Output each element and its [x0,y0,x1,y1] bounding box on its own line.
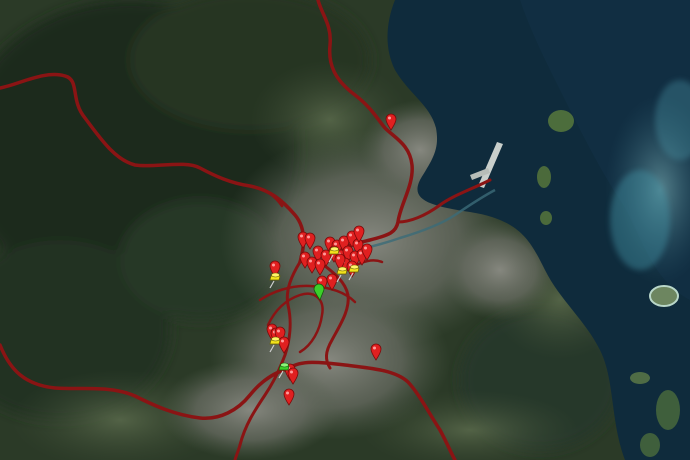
map-canvas[interactable] [0,0,690,460]
satellite-map[interactable] [0,0,690,460]
